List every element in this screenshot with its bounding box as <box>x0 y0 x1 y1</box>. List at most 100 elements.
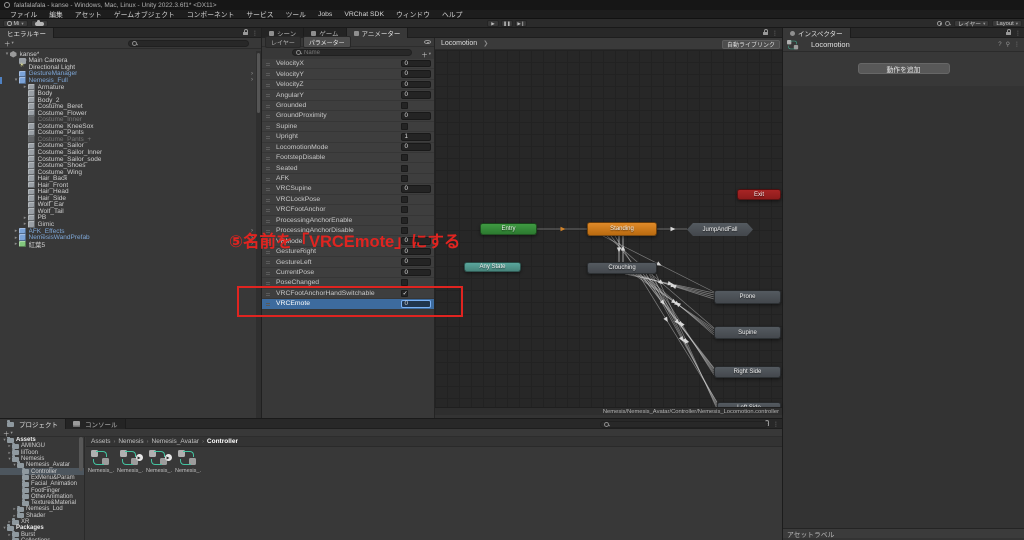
parameter-row[interactable]: AFK <box>262 173 434 185</box>
add-parameter-button[interactable]: ＋ ▾ <box>421 49 431 59</box>
help-icon[interactable]: ? <box>998 42 1001 48</box>
state-node-exit[interactable]: Exit <box>737 189 781 200</box>
breadcrumb-item[interactable]: Controller <box>207 438 238 445</box>
tab-hierarchy[interactable]: ヒエラルキー <box>0 28 54 38</box>
parameter-row[interactable]: VelocityZ 0 <box>262 79 434 91</box>
parameter-checkbox[interactable] <box>401 216 408 224</box>
hierarchy-item[interactable]: ▸ 紅葉5 › <box>0 240 255 249</box>
menu-item-サービス[interactable]: サービス <box>240 9 279 19</box>
project-search-input[interactable] <box>600 421 768 428</box>
create-object-button[interactable]: ＋ ▾ <box>4 38 14 48</box>
parameter-row[interactable]: Supine <box>262 121 434 133</box>
parameter-value-field[interactable]: 0 <box>401 70 431 78</box>
hierarchy-search-input[interactable] <box>128 40 249 47</box>
parameter-row[interactable]: LocomotionMode 0 <box>262 142 434 153</box>
state-node-jump[interactable]: JumpAndFall <box>687 223 753 236</box>
parameter-row[interactable]: Upright 1 <box>262 132 434 143</box>
menu-item-ツール[interactable]: ツール <box>280 9 312 19</box>
play-button[interactable]: ▶ <box>487 20 499 27</box>
account-button[interactable]: Mi ▾ <box>3 20 28 27</box>
menu-item-アセット[interactable]: アセット <box>69 9 108 19</box>
cloud-services-button[interactable] <box>30 19 48 27</box>
menu-item-コンポーネント[interactable]: コンポーネント <box>181 9 241 19</box>
step-button[interactable]: ▶❙ <box>515 20 527 27</box>
state-node-rightside[interactable]: Right Side <box>714 366 781 378</box>
parameter-value-field[interactable]: 0 <box>401 143 431 151</box>
parameter-checkbox[interactable] <box>401 195 408 203</box>
asset-labels-bar[interactable]: アセットラベル <box>783 528 1024 539</box>
asset-item[interactable]: ▶ Nemesis_... <box>117 450 143 474</box>
state-node-anystate[interactable]: Any State <box>464 262 521 272</box>
kebab-menu-icon[interactable]: ⋮ <box>773 421 779 428</box>
parameter-row[interactable]: AngularY 0 <box>262 90 434 101</box>
breadcrumb-item[interactable]: Nemesis <box>118 438 143 445</box>
menu-item-ヘルプ[interactable]: ヘルプ <box>436 9 468 19</box>
parameters-search-field[interactable] <box>304 49 408 56</box>
parameter-checkbox[interactable] <box>401 206 408 214</box>
parameter-value-field[interactable]: 0 <box>401 112 431 120</box>
presets-icon[interactable]: ⚲ <box>1006 41 1010 48</box>
parameter-value-field[interactable]: 0 <box>401 59 431 68</box>
prefab-open-chevron-icon[interactable]: › <box>251 77 253 83</box>
breadcrumb[interactable]: Locomotion <box>441 40 477 47</box>
parameter-checkbox[interactable] <box>401 164 408 172</box>
twisty-icon[interactable]: ▾ <box>4 51 10 57</box>
tab-コンソール[interactable]: コンソール <box>66 419 126 429</box>
state-node-crouching[interactable]: Crouching <box>587 262 657 274</box>
menu-item-VRChat SDK[interactable]: VRChat SDK <box>338 11 390 18</box>
asset-item[interactable]: Nemesis_... <box>88 450 114 474</box>
parameter-checkbox[interactable] <box>401 122 408 130</box>
layout-dropdown[interactable]: Layout ▾ <box>992 20 1022 27</box>
lock-icon[interactable] <box>763 29 769 36</box>
parameter-row[interactable]: VRCLockPose <box>262 194 434 206</box>
prefab-open-chevron-icon[interactable]: › <box>251 71 253 77</box>
parameter-row[interactable]: VelocityY 0 <box>262 69 434 80</box>
add-behaviour-button[interactable]: 動作を追加 <box>857 63 950 74</box>
parameter-row[interactable]: FootstepDisable <box>262 152 434 164</box>
create-asset-button[interactable]: ＋ ▾ <box>3 428 13 438</box>
kebab-menu-icon[interactable]: ⋮ <box>252 30 258 37</box>
parameter-row[interactable]: VRCSupine 0 <box>262 184 434 195</box>
undo-history-icon[interactable] <box>936 20 943 27</box>
parameter-row[interactable]: GroundProximity 0 <box>262 111 434 122</box>
state-machine-graph[interactable]: Exit Entry Standing JumpAndFall Any State Cro… <box>435 38 782 418</box>
layers-dropdown[interactable]: レイヤー ▾ <box>954 20 990 28</box>
lock-icon[interactable] <box>243 29 249 36</box>
parameter-value-field[interactable]: 0 <box>401 80 431 89</box>
kebab-menu-icon[interactable]: ⋮ <box>1015 30 1021 37</box>
parameter-row[interactable]: ProcessingAnchorEnable <box>262 215 434 226</box>
parameter-row[interactable]: CurrentPose 0 <box>262 267 434 279</box>
auto-live-link-button[interactable]: 自動ライブリンク <box>721 39 780 49</box>
asset-item[interactable]: ▶ Nemesis_... <box>146 450 172 474</box>
kebab-menu-icon[interactable]: ⋮ <box>1014 41 1020 48</box>
tab-アニメーター[interactable]: アニメーター <box>346 28 409 38</box>
global-search-icon[interactable] <box>945 20 951 27</box>
menu-item-Jobs[interactable]: Jobs <box>312 11 338 18</box>
state-node-prone[interactable]: Prone <box>714 290 781 304</box>
menu-item-ウィンドウ[interactable]: ウィンドウ <box>390 9 436 19</box>
eye-icon[interactable] <box>424 39 431 45</box>
pause-button[interactable]: ❚❚ <box>501 20 513 27</box>
parameter-row[interactable]: VRCFootAnchor <box>262 205 434 216</box>
parameter-value-field[interactable]: 0 <box>401 185 431 193</box>
menu-item-ファイル[interactable]: ファイル <box>4 9 43 19</box>
parameter-row[interactable]: GestureLeft 0 <box>262 257 434 268</box>
parameter-value-field[interactable]: 1 <box>401 133 431 141</box>
project-tree-scrollbar[interactable] <box>79 437 83 471</box>
breadcrumb-item[interactable]: Assets <box>91 438 111 445</box>
tab-inspector[interactable]: インスペクター <box>783 28 851 38</box>
menu-item-編集[interactable]: 編集 <box>43 9 69 19</box>
menu-item-ゲームオブジェクト[interactable]: ゲームオブジェクト <box>108 9 181 19</box>
project-search-field[interactable] <box>612 421 764 428</box>
parameter-checkbox[interactable] <box>401 154 408 162</box>
parameter-row[interactable]: VelocityX 0 <box>262 59 434 70</box>
parameters-search-input[interactable] <box>292 49 412 56</box>
parameter-row[interactable]: Seated <box>262 163 434 174</box>
parameter-value-field[interactable]: 0 <box>401 258 431 266</box>
hierarchy-search-field[interactable] <box>140 40 245 47</box>
lock-icon[interactable] <box>1006 29 1012 36</box>
breadcrumb-item[interactable]: Nemesis_Avatar <box>152 438 200 445</box>
kebab-menu-icon[interactable]: ⋮ <box>772 30 778 37</box>
parameter-value-field[interactable]: 0 <box>401 268 431 277</box>
parameter-checkbox[interactable] <box>401 101 408 109</box>
